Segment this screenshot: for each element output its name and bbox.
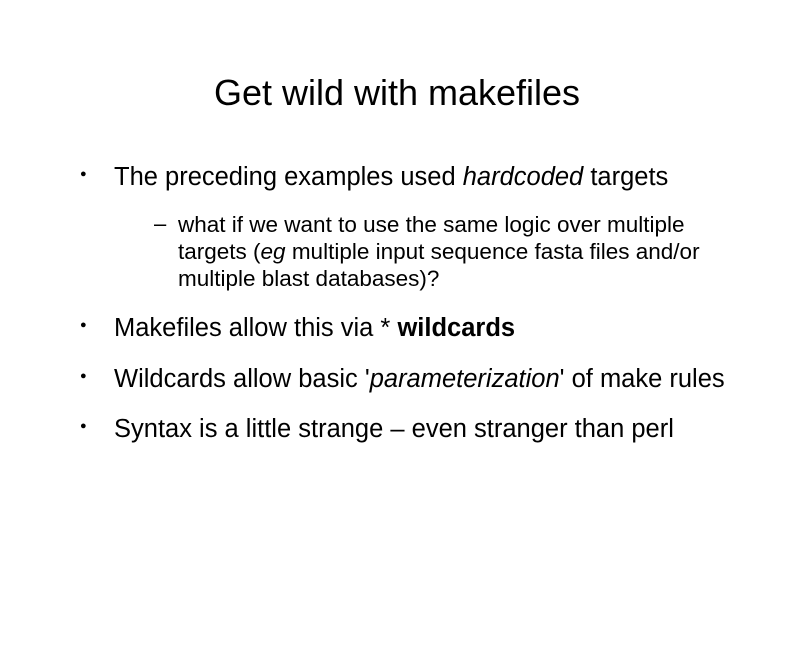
sub-bullet-item-1: what if we want to use the same logic ov…: [154, 211, 734, 293]
slide-title: Get wild with makefiles: [0, 72, 794, 114]
bullet-item-2: Makefiles allow this via * wildcards: [80, 313, 734, 344]
bullet-1-text-pre: The preceding examples used: [114, 163, 463, 191]
bullet-list: The preceding examples used hardcoded ta…: [80, 162, 734, 445]
bullet-3-text-post: ' of make rules: [560, 365, 725, 393]
sub-bullet-1-em: eg: [261, 239, 286, 264]
bullet-1-text-post: targets: [583, 163, 668, 191]
bullet-2-text-bold: wildcards: [397, 314, 515, 342]
bullet-item-3: Wildcards allow basic 'parameterization'…: [80, 364, 734, 395]
sub-bullet-list: what if we want to use the same logic ov…: [114, 211, 734, 293]
bullet-3-text-em: parameterization: [370, 365, 560, 393]
bullet-2-text-pre: Makefiles allow this via *: [114, 314, 397, 342]
slide-content: The preceding examples used hardcoded ta…: [0, 162, 794, 445]
bullet-3-text-pre: Wildcards allow basic ': [114, 365, 370, 393]
bullet-item-1: The preceding examples used hardcoded ta…: [80, 162, 734, 293]
slide: Get wild with makefiles The preceding ex…: [0, 72, 794, 667]
bullet-1-text-em: hardcoded: [463, 163, 584, 191]
bullet-item-4: Syntax is a little strange – even strang…: [80, 414, 734, 445]
bullet-4-text: Syntax is a little strange – even strang…: [114, 415, 674, 443]
